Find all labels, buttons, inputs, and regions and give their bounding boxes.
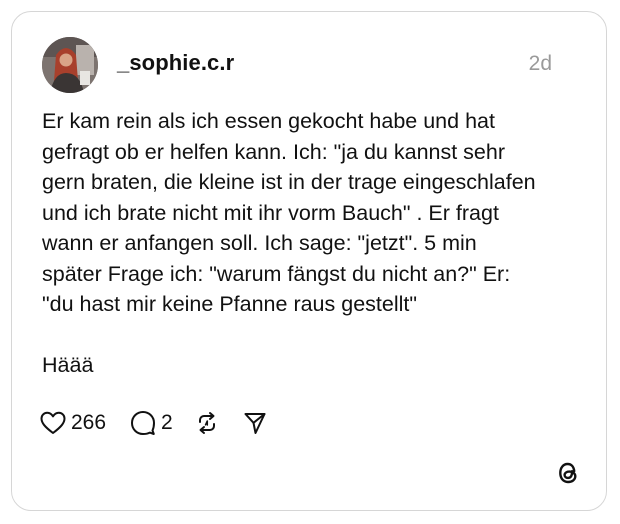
comment-icon	[130, 410, 156, 436]
username[interactable]: _sophie.c.r	[117, 49, 234, 77]
share-button[interactable]	[243, 411, 267, 435]
reply-button[interactable]: 2	[130, 409, 173, 437]
like-button[interactable]: 266	[40, 409, 106, 437]
post-text: Er kam rein als ich essen gekocht habe u…	[42, 109, 536, 377]
post-timestamp: 2d	[528, 52, 552, 75]
avatar[interactable]	[42, 37, 98, 93]
like-count: 266	[71, 411, 107, 434]
post-card: _sophie.c.r 2d Er kam rein als ich essen…	[11, 11, 607, 511]
post-actions: 266 2	[40, 408, 267, 438]
reply-count: 2	[161, 411, 173, 434]
send-icon	[243, 411, 267, 435]
heart-icon	[40, 411, 66, 435]
repost-icon	[195, 411, 219, 435]
repost-button[interactable]	[195, 411, 219, 435]
threads-logo-icon	[555, 460, 581, 486]
